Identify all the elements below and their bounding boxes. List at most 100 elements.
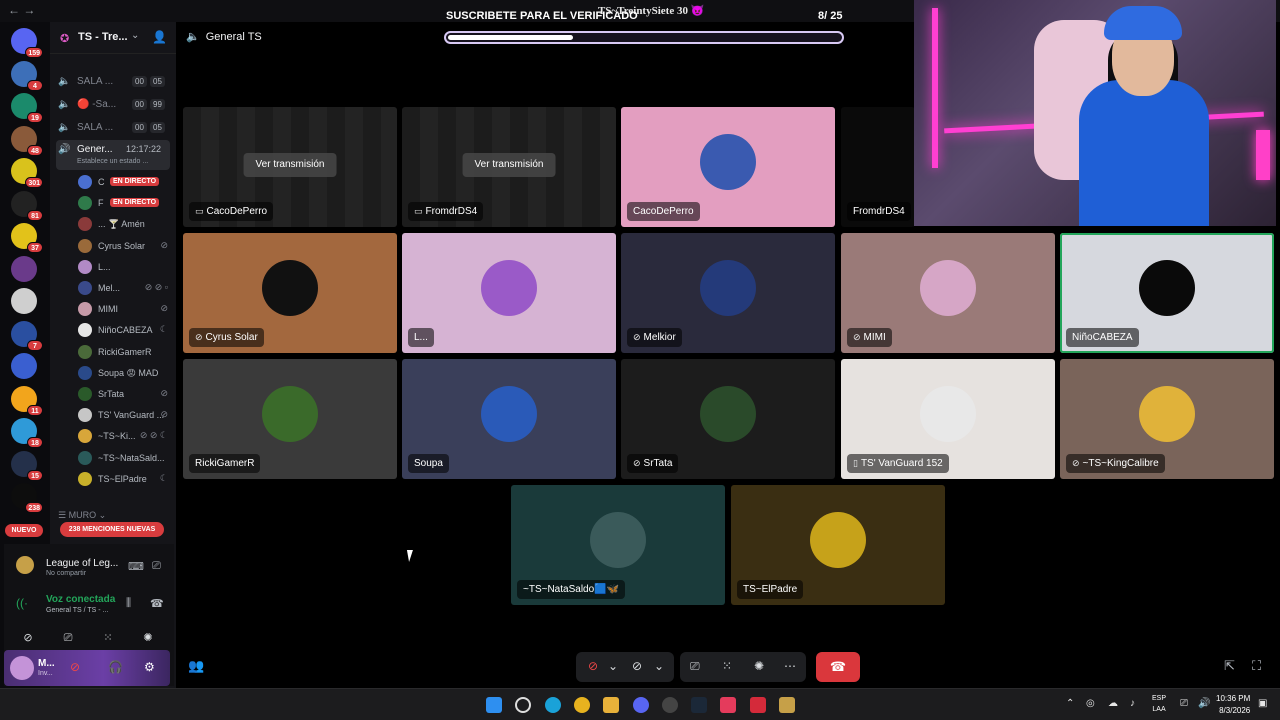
participant-tile[interactable]: ⊘ Cyrus Solar bbox=[183, 233, 397, 353]
soundboard-icon[interactable]: ✺ bbox=[754, 659, 764, 673]
voice-user[interactable]: MIMI ⊘ bbox=[76, 299, 170, 319]
participant-tile[interactable]: Ver transmisión ▭ FromdrDS4 bbox=[402, 107, 616, 227]
tray-icon[interactable]: ◎ bbox=[1086, 698, 1095, 709]
voice-user[interactable]: TS' VanGuard ... ⊘ bbox=[76, 405, 170, 425]
voice-user[interactable]: Cyrus Solar ⊘ bbox=[76, 236, 170, 256]
participant-tile[interactable]: Ver transmisión ▭ CacoDePerro bbox=[183, 107, 397, 227]
gamepad-icon[interactable]: ⌨ bbox=[128, 560, 144, 573]
voice-user[interactable]: C EN DIRECTO bbox=[76, 172, 170, 192]
search-icon[interactable] bbox=[515, 697, 531, 713]
server-icon[interactable]: 4 bbox=[11, 60, 43, 91]
participant-tile[interactable]: NiñoCABEZA bbox=[1060, 233, 1274, 353]
voice-channel[interactable]: 🔈 SALA ... 00 05 bbox=[56, 118, 170, 138]
add-member-icon[interactable]: 👤 bbox=[152, 30, 167, 44]
server-icon[interactable] bbox=[11, 255, 37, 282]
server-icon[interactable]: 37 bbox=[11, 223, 43, 253]
server-icon[interactable]: 159 bbox=[11, 28, 43, 58]
mic-icon[interactable]: ♪ bbox=[1130, 698, 1135, 709]
popout-icon[interactable]: ⇱ bbox=[1224, 658, 1235, 674]
server-icon[interactable]: 238 bbox=[11, 483, 43, 513]
camera-off-icon[interactable]: ⊘ bbox=[632, 659, 642, 673]
mic-muted-icon[interactable]: ⊘ bbox=[70, 660, 80, 674]
chevron-up-icon[interactable]: ⌃ bbox=[1066, 698, 1074, 709]
fullscreen-icon[interactable]: ⛶ bbox=[1252, 658, 1261, 674]
chevron-down-icon[interactable]: ⌄ bbox=[608, 659, 618, 673]
edge-icon[interactable] bbox=[545, 697, 561, 713]
participant-tile[interactable]: RickiGamerR bbox=[183, 359, 397, 479]
cloud-icon[interactable]: ☁ bbox=[1108, 698, 1118, 709]
server-icon[interactable]: 48 bbox=[11, 125, 43, 156]
server-icon[interactable]: 301 bbox=[11, 158, 43, 188]
chrome-icon[interactable] bbox=[574, 697, 590, 713]
voice-user[interactable]: SrTata ⊘ bbox=[76, 384, 170, 404]
activities-icon[interactable]: ⁙ bbox=[92, 626, 124, 650]
network-icon[interactable]: ⎚ bbox=[1180, 698, 1188, 709]
server-icon[interactable] bbox=[11, 353, 37, 379]
server-icon[interactable] bbox=[11, 288, 37, 314]
server-icon[interactable]: 11 bbox=[11, 385, 43, 416]
voice-user[interactable]: NiñoCABEZA ☾ bbox=[76, 320, 170, 340]
watch-stream-button[interactable]: Ver transmisión bbox=[243, 153, 337, 177]
participant-tile[interactable]: ⊘ MIMI bbox=[841, 233, 1055, 353]
voice-user[interactable]: RickiGamerR bbox=[76, 342, 170, 362]
participant-tile[interactable]: ⊘ Melkior bbox=[621, 233, 835, 353]
disconnect-icon[interactable]: ☎ bbox=[150, 597, 164, 610]
camera-off-icon[interactable]: ⊘ bbox=[12, 626, 44, 650]
guild-header[interactable]: ✪ TS - Tre... ⌄ 👤 bbox=[50, 22, 176, 54]
gear-icon[interactable]: ⚙ bbox=[144, 660, 155, 674]
mic-muted-icon[interactable]: ⊘ bbox=[588, 659, 598, 673]
participant-tile[interactable]: Soupa bbox=[402, 359, 616, 479]
server-icon[interactable]: 81 bbox=[11, 190, 43, 221]
watch-stream-button[interactable]: Ver transmisión bbox=[462, 153, 556, 177]
disconnect-button[interactable]: ☎ bbox=[816, 652, 860, 682]
notifications-icon[interactable]: ▣ bbox=[1258, 698, 1267, 709]
voice-user[interactable]: Soupa 😡 MAD bbox=[76, 363, 170, 383]
participant-tile[interactable]: L... bbox=[402, 233, 616, 353]
noise-icon[interactable]: ⫼ bbox=[126, 597, 131, 610]
participant-tile[interactable]: FromdrDS4 bbox=[841, 107, 915, 227]
participant-tile[interactable]: ~TS~NataSaldo🟦🦋 bbox=[511, 485, 725, 605]
chevron-down-icon[interactable]: ⌄ bbox=[654, 659, 664, 673]
voice-user[interactable]: F EN DIRECTO bbox=[76, 193, 170, 213]
new-badge[interactable]: NUEVO bbox=[5, 524, 43, 537]
league-icon[interactable] bbox=[779, 697, 795, 713]
participant-tile[interactable]: CacoDePerro bbox=[621, 107, 835, 227]
category-muro[interactable]: ☰ MURO ⌄ bbox=[58, 510, 106, 521]
server-icon[interactable]: 15 bbox=[11, 450, 43, 481]
activities-icon[interactable]: ⁙ bbox=[722, 659, 732, 673]
input-language[interactable]: ESP LAA bbox=[1152, 693, 1166, 715]
soundboard-icon[interactable]: ✺ bbox=[132, 626, 164, 650]
voice-channel[interactable]: 🔈 🔴 -Sa... 00 99 bbox=[56, 95, 170, 115]
participant-tile[interactable]: ▯ TS' VanGuard 152 bbox=[841, 359, 1055, 479]
channel-general-ts[interactable]: 🔊 Gener... 12:17:22 Establece un estado … bbox=[56, 140, 170, 170]
server-icon[interactable]: 19 bbox=[11, 93, 43, 123]
voice-user[interactable]: ~TS~NataSald... bbox=[76, 448, 170, 468]
app-icon[interactable] bbox=[662, 697, 678, 713]
voice-user[interactable]: Mel... ⊘ ⊘ ▫ bbox=[76, 278, 170, 298]
voice-channel[interactable]: 🔈 SALA ... 00 05 bbox=[56, 72, 170, 92]
avatar[interactable] bbox=[10, 656, 34, 680]
server-icon[interactable]: 18 bbox=[11, 418, 43, 448]
channel-status[interactable]: Establece un estado ... bbox=[77, 158, 148, 165]
more-icon[interactable]: ⋯ bbox=[784, 659, 796, 673]
server-icon[interactable]: 7 bbox=[11, 320, 43, 351]
app-icon[interactable] bbox=[750, 697, 766, 713]
voice-connected-label[interactable]: Voz conectada bbox=[46, 594, 115, 605]
account-panel[interactable]: M... Inv... ⊘ 🎧 ⚙ bbox=[4, 650, 170, 686]
screen-share-icon[interactable]: ⎚ bbox=[52, 626, 84, 650]
file-explorer-icon[interactable] bbox=[603, 697, 619, 713]
voice-user[interactable]: L... bbox=[76, 257, 170, 277]
history-nav[interactable]: ← → bbox=[8, 3, 35, 17]
broadcast-icon[interactable]: ⎚ bbox=[152, 560, 161, 573]
tiktok-icon[interactable] bbox=[720, 697, 736, 713]
new-mentions-pill[interactable]: 238 MENCIONES NUEVAS bbox=[60, 522, 164, 537]
participant-tile[interactable]: TS~ElPadre bbox=[731, 485, 945, 605]
screen-share-icon[interactable]: ⎚ bbox=[690, 659, 700, 674]
participant-tile[interactable]: ⊘ SrTata bbox=[621, 359, 835, 479]
discord-icon[interactable] bbox=[633, 697, 649, 713]
voice-user[interactable]: ... 🍸 Amén bbox=[76, 214, 170, 234]
participant-tile[interactable]: ⊘ ~TS~KingCalibre bbox=[1060, 359, 1274, 479]
volume-icon[interactable]: 🔊 bbox=[1198, 698, 1210, 709]
steam-icon[interactable] bbox=[691, 697, 707, 713]
windows-start-icon[interactable] bbox=[486, 697, 502, 713]
